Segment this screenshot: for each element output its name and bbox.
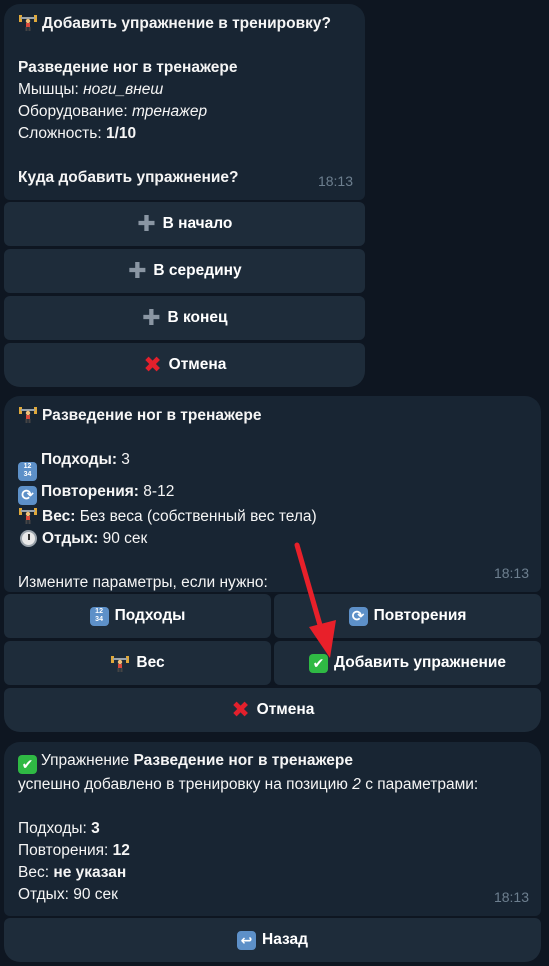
- button-label: Отмена: [256, 701, 315, 718]
- add-to-start-button[interactable]: ✚ В начало: [4, 202, 365, 246]
- reps-value: 12: [112, 841, 130, 859]
- button-label: Добавить упражнение: [334, 654, 506, 671]
- equipment-value: тренажер: [132, 103, 208, 120]
- stopwatch-icon: [18, 529, 38, 549]
- chat-area: Добавить упражнение в тренировку? Развед…: [0, 0, 549, 966]
- prompt-text: Измените параметры, если нужно:: [18, 574, 268, 591]
- rest-label: Отдых:: [18, 885, 69, 903]
- keyboard-add-position: ✚ В начало ✚ В середину ✚ В конец ✖ Отме…: [4, 202, 365, 387]
- muscles-line: Мышцы: ноги_внеш: [18, 79, 351, 101]
- plus-icon: ✚: [137, 211, 156, 236]
- repeat-icon: ⟳: [348, 606, 368, 626]
- weight-line: Вес: Без веса (собственный вес тела): [18, 505, 527, 528]
- edit-sets-button[interactable]: 12 34 Подходы: [4, 594, 271, 638]
- reps-label: Повторения:: [41, 482, 139, 500]
- button-label: В середину: [153, 262, 242, 279]
- button-label: Подходы: [114, 607, 186, 624]
- question-text: Куда добавить упражнение?: [18, 169, 239, 186]
- check-icon: ✔: [309, 653, 329, 673]
- back-button[interactable]: ↩ Назад: [4, 918, 541, 962]
- numbers-icon: 12 34: [18, 461, 37, 481]
- rest-value: 90 сек: [73, 885, 118, 903]
- cross-icon: ✖: [231, 697, 250, 722]
- button-label: В начало: [162, 215, 233, 232]
- sets-label: Подходы:: [18, 819, 87, 837]
- reps-label: Повторения:: [18, 841, 109, 859]
- exercise-name: Разведение ног в тренажере: [18, 59, 238, 76]
- sets-line: 12 34Подходы: 3: [18, 449, 527, 481]
- sets-label: Подходы:: [41, 451, 117, 468]
- cross-icon: ✖: [143, 352, 162, 377]
- return-icon: ↩: [237, 930, 257, 950]
- message-time: 18:13: [317, 173, 353, 189]
- sets-value: 3: [91, 819, 100, 837]
- equipment-label: Оборудование:: [18, 103, 128, 120]
- confirmation-line: ✔ Упражнение Разведение ног в тренажере: [18, 750, 527, 774]
- sets-line: Подходы: 3: [18, 818, 527, 840]
- muscles-label: Мышцы:: [18, 81, 79, 98]
- equipment-line: Оборудование: тренажер: [18, 101, 351, 123]
- button-label: Вес: [136, 654, 165, 671]
- cancel-button[interactable]: ✖ Отмена: [4, 688, 541, 732]
- repeat-icon: ⟳: [18, 486, 37, 505]
- message-time: 18:13: [493, 889, 529, 905]
- cancel-button[interactable]: ✖ Отмена: [4, 343, 365, 387]
- button-label: В конец: [167, 309, 228, 326]
- message-add-exercise-question: Добавить упражнение в тренировку? Развед…: [4, 4, 365, 200]
- message-exercise-added: ✔ Упражнение Разведение ног в тренажере у…: [4, 742, 541, 916]
- weightlifter-icon: [110, 653, 130, 673]
- weight-label: Вес:: [18, 863, 50, 881]
- add-to-middle-button[interactable]: ✚ В середину: [4, 249, 365, 293]
- weight-line: Вес: не указан: [18, 862, 527, 884]
- edit-reps-button[interactable]: ⟳ Повторения: [274, 594, 541, 638]
- params-text: с параметрами:: [365, 775, 479, 793]
- added-text: успешно добавлено в тренировку на позици…: [18, 775, 348, 793]
- difficulty-value: 1/10: [105, 125, 137, 142]
- difficulty-label: Сложность:: [18, 125, 102, 142]
- muscles-value: ноги_внеш: [83, 81, 164, 98]
- button-label: Повторения: [373, 607, 467, 624]
- add-exercise-button[interactable]: ✔ Добавить упражнение: [274, 641, 541, 685]
- keyboard-back: ↩ Назад: [4, 918, 541, 962]
- position-value: 2: [352, 775, 361, 793]
- weightlifter-icon: [18, 505, 38, 525]
- exercise-name: Разведение ног в тренажере: [42, 407, 262, 424]
- message-title-line: Разведение ног в тренажере: [18, 404, 527, 427]
- rest-value: 90 сек: [102, 530, 148, 547]
- button-label: Отмена: [168, 356, 227, 373]
- weight-value: Без веса (собственный вес тела): [79, 508, 317, 525]
- exercise-name: Разведение ног в тренажере: [133, 752, 353, 769]
- add-to-end-button[interactable]: ✚ В конец: [4, 296, 365, 340]
- sets-value: 3: [121, 451, 130, 468]
- weight-value: не указан: [53, 863, 127, 881]
- rest-line: Отдых: 90 сек: [18, 528, 527, 550]
- weightlifter-icon: [18, 404, 38, 424]
- reps-value: 8-12: [143, 482, 175, 500]
- difficulty-line: Сложность: 1/10: [18, 123, 351, 145]
- numbers-icon: 12 34: [89, 606, 109, 626]
- plus-icon: ✚: [142, 305, 161, 330]
- check-icon: ✔: [18, 754, 37, 774]
- plus-icon: ✚: [128, 258, 147, 283]
- prefix-text: Упражнение: [41, 752, 130, 769]
- message-title-line: Добавить упражнение в тренировку?: [18, 12, 351, 35]
- edit-weight-button[interactable]: Вес: [4, 641, 271, 685]
- message-title: Добавить упражнение в тренировку?: [42, 15, 331, 32]
- message-time: 18:13: [493, 565, 529, 581]
- weight-label: Вес:: [42, 508, 76, 525]
- keyboard-parameters: 12 34 Подходы ⟳ Повторения Вес ✔ Добавить…: [4, 594, 541, 732]
- reps-line: ⟳ Повторения: 8-12: [18, 481, 527, 505]
- rest-line: Отдых: 90 сек: [18, 884, 527, 906]
- position-line: успешно добавлено в тренировку на позици…: [18, 774, 527, 796]
- message-exercise-parameters: Разведение ног в тренажере 12 34Подходы: …: [4, 396, 541, 592]
- rest-label: Отдых:: [42, 530, 99, 547]
- button-label: Назад: [262, 931, 308, 948]
- weightlifter-icon: [18, 12, 38, 32]
- reps-line: Повторения: 12: [18, 840, 527, 862]
